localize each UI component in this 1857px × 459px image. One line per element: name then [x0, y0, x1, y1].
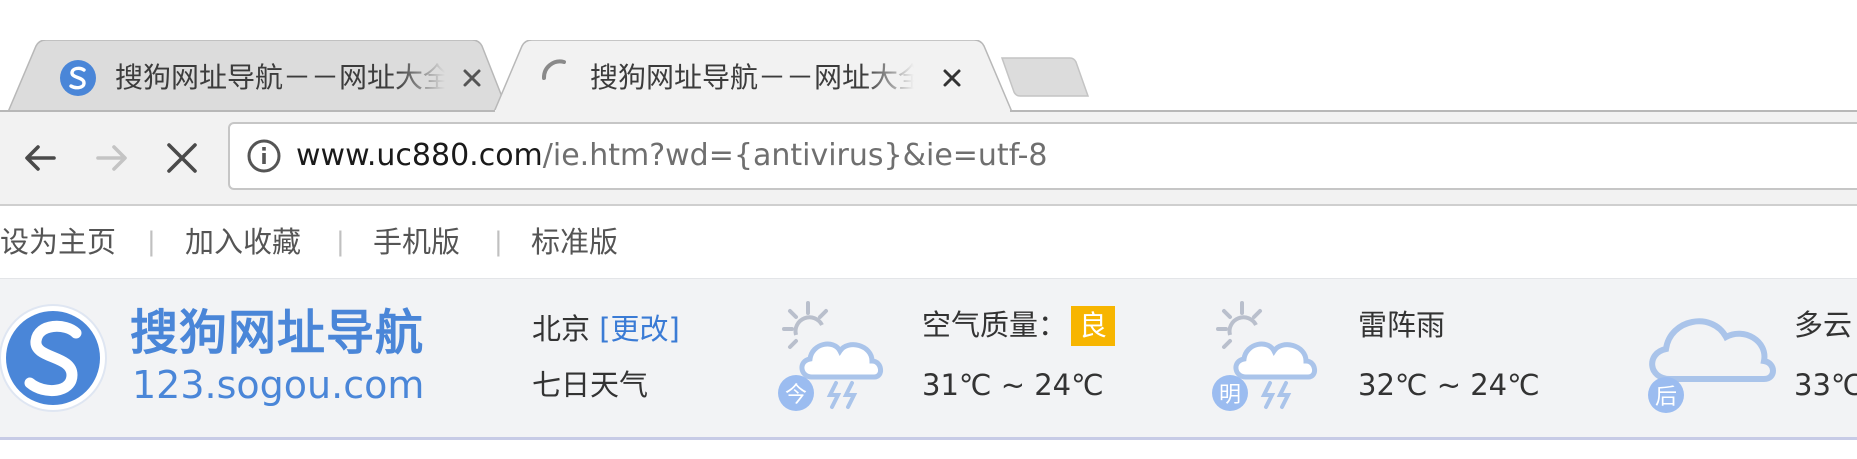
- divider: |: [336, 227, 345, 257]
- set-homepage-link[interactable]: 设为主页: [0, 222, 116, 262]
- weather-desc-day3: 多云: [1794, 308, 1853, 342]
- thunder-shower-icon: 明: [1212, 301, 1317, 411]
- url-path: /ie.htm?wd={antivirus}&ie=utf-8: [542, 138, 1048, 173]
- brand-name[interactable]: 搜狗网址导航: [130, 305, 424, 361]
- brand-domain[interactable]: 123.sogou.com: [132, 363, 424, 407]
- browser-toolbar: www.uc880.com/ie.htm?wd={antivirus}&ie=u…: [0, 112, 1857, 206]
- tab-inactive[interactable]: 搜狗网址导航－－网址大全: [8, 40, 508, 112]
- air-quality-badge[interactable]: 良: [1071, 306, 1116, 346]
- tab-active[interactable]: 搜狗网址导航－－网址大全: [494, 40, 1012, 112]
- cloudy-icon: 后: [1648, 318, 1776, 413]
- weather-desc-tomorrow: 雷阵雨: [1358, 308, 1446, 342]
- air-quality: 空气质量：良: [922, 305, 1116, 346]
- close-tab-icon[interactable]: [458, 64, 486, 92]
- day-badge: 后: [1655, 385, 1677, 410]
- weather-city: 北京 [更改]: [532, 309, 680, 349]
- back-arrow-icon[interactable]: [18, 136, 62, 180]
- mobile-version-link[interactable]: 手机版: [373, 222, 460, 262]
- add-favorite-link[interactable]: 加入收藏: [185, 222, 301, 262]
- new-tab-button[interactable]: [1000, 56, 1090, 98]
- air-quality-label: 空气质量：: [922, 308, 1068, 342]
- stop-loading-icon[interactable]: [160, 136, 204, 180]
- top-links-bar: 设为主页 | 加入收藏 | 手机版 | 标准版: [0, 206, 1857, 278]
- loading-spinner-icon: [542, 59, 566, 80]
- temp-day3: 33℃: [1794, 368, 1857, 402]
- seven-day-weather-link[interactable]: 七日天气: [532, 365, 648, 405]
- forward-arrow-icon[interactable]: [90, 136, 134, 180]
- day-badge: 今: [785, 383, 807, 408]
- temp-tomorrow: 32℃ ~ 24℃: [1358, 368, 1540, 402]
- address-bar[interactable]: www.uc880.com/ie.htm?wd={antivirus}&ie=u…: [228, 122, 1857, 190]
- url-host: www.uc880.com: [296, 138, 543, 173]
- sogou-logo-icon[interactable]: [0, 301, 114, 415]
- standard-version-link[interactable]: 标准版: [531, 222, 618, 262]
- url-text[interactable]: www.uc880.com/ie.htm?wd={antivirus}&ie=u…: [296, 136, 1048, 176]
- divider: |: [494, 227, 503, 257]
- change-city-link[interactable]: [更改]: [599, 312, 680, 346]
- site-info-icon[interactable]: [246, 138, 282, 174]
- thunder-shower-icon: 今: [778, 301, 883, 411]
- city-name: 北京: [532, 312, 591, 346]
- tab-title: 搜狗网址导航－－网址大全: [115, 61, 445, 94]
- tab-strip: 搜狗网址导航－－网址大全 搜狗网址导航－－网址大全: [0, 0, 1857, 112]
- temp-today: 31℃ ~ 24℃: [922, 368, 1104, 402]
- tab-title: 搜狗网址导航－－网址大全: [590, 61, 914, 94]
- close-tab-icon[interactable]: [938, 64, 966, 92]
- day-badge: 明: [1219, 383, 1241, 408]
- sogou-favicon-icon: [60, 60, 96, 96]
- site-header: 搜狗网址导航 123.sogou.com 北京 [更改] 七日天气 今 空气质量…: [0, 278, 1857, 440]
- divider: |: [147, 227, 156, 257]
